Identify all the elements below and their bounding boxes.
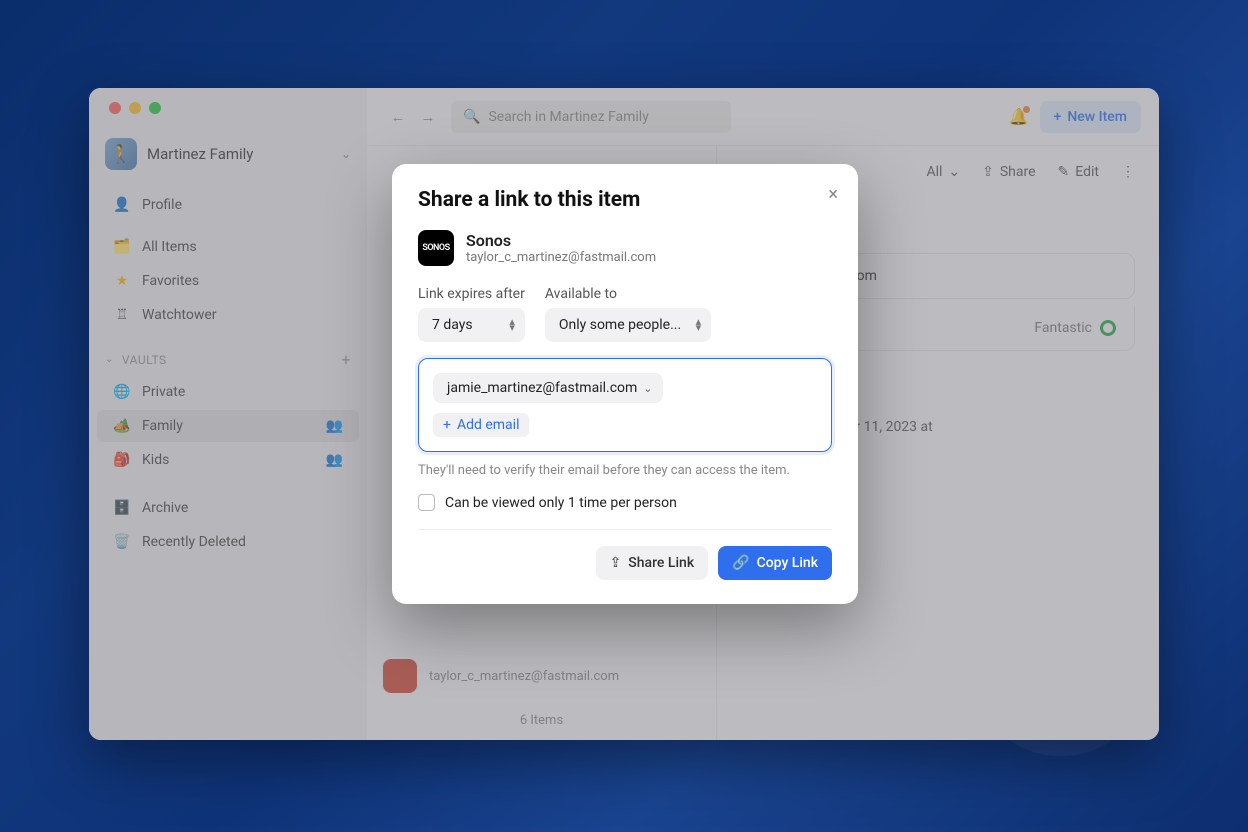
plus-icon: +: [443, 417, 451, 433]
share-icon: ⇪: [610, 555, 622, 571]
modal-item-name: Sonos: [466, 231, 656, 250]
link-icon: 🔗: [732, 555, 749, 571]
recipients-box[interactable]: jamie_martinez@fastmail.com ⌄ + Add emai…: [418, 358, 832, 452]
copy-link-button[interactable]: 🔗 Copy Link: [718, 546, 832, 580]
view-once-row[interactable]: Can be viewed only 1 time per person: [418, 494, 832, 530]
item-glyph: SONOS: [418, 230, 454, 266]
share-link-modal: × Share a link to this item SONOS Sonos …: [392, 164, 858, 604]
expires-select[interactable]: 7 days ▴▾: [418, 308, 525, 342]
chevron-down-icon: ⌄: [643, 382, 652, 395]
available-select[interactable]: Only some people... ▴▾: [545, 308, 711, 342]
modal-title: Share a link to this item: [418, 188, 832, 212]
add-email-button[interactable]: + Add email: [433, 413, 529, 437]
helper-text: They'll need to verify their email befor…: [418, 462, 832, 480]
share-link-button[interactable]: ⇪ Share Link: [596, 546, 709, 580]
recipient-chip[interactable]: jamie_martinez@fastmail.com ⌄: [433, 373, 663, 403]
sort-icon: ▴▾: [696, 319, 702, 331]
close-button[interactable]: ×: [828, 184, 838, 205]
checkbox[interactable]: [418, 494, 435, 511]
sort-icon: ▴▾: [509, 319, 515, 331]
modal-item-sub: taylor_c_martinez@fastmail.com: [466, 250, 656, 265]
expires-label: Link expires after: [418, 286, 525, 302]
checkbox-label: Can be viewed only 1 time per person: [445, 495, 677, 511]
available-label: Available to: [545, 286, 711, 302]
modal-item-header: SONOS Sonos taylor_c_martinez@fastmail.c…: [418, 230, 832, 266]
